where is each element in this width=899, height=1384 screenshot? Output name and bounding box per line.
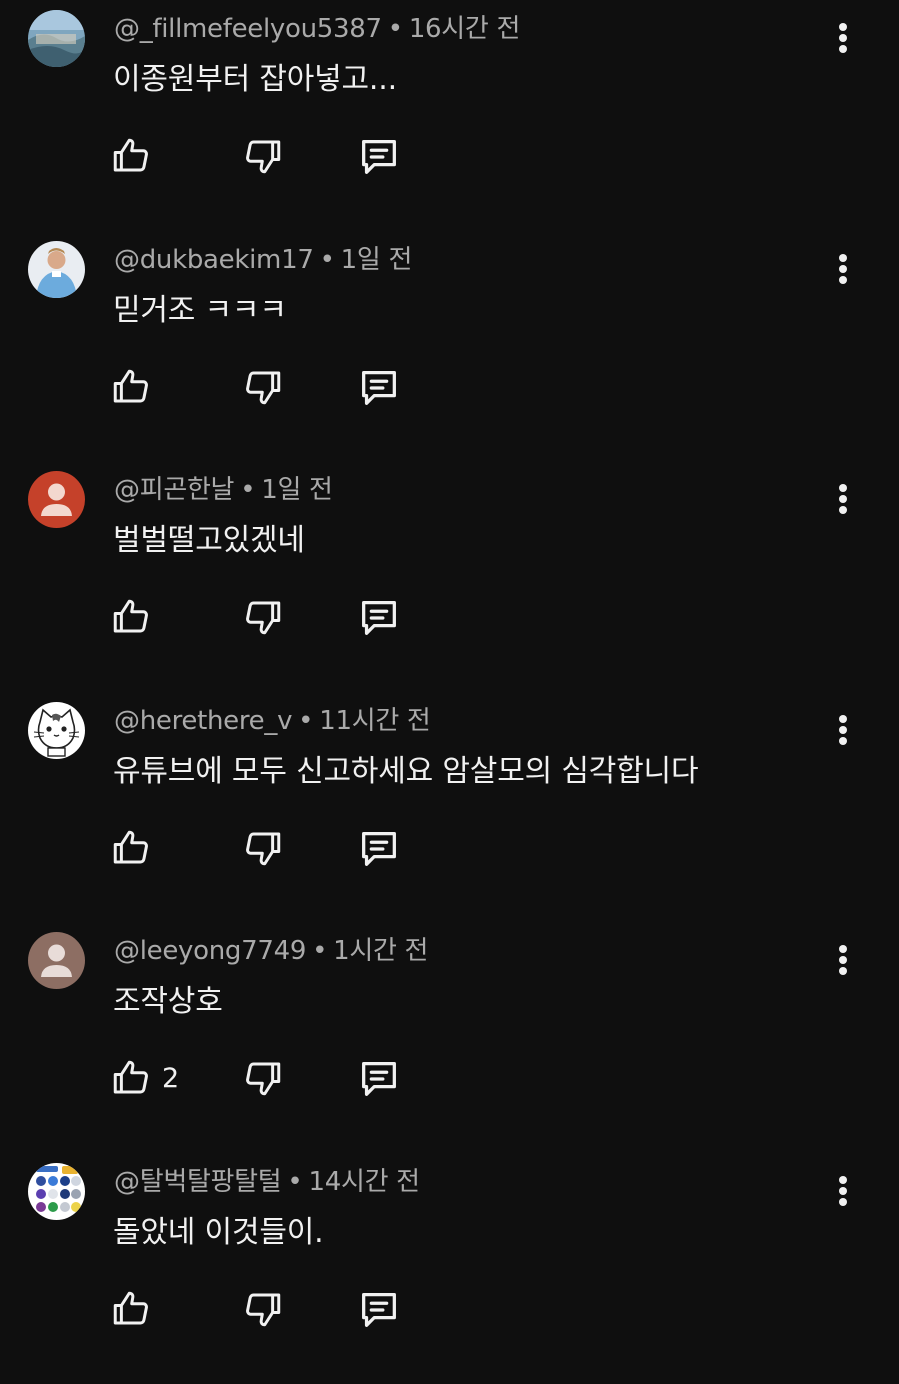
thumbs-up-icon — [113, 138, 148, 172]
comment-item: @dukbaekim17 • 1일 전 믿거조 ㅋㅋㅋ — [0, 231, 899, 462]
more-vertical-icon[interactable] — [826, 940, 860, 980]
comment-author[interactable]: @탈벅탈팡탈털 — [114, 1167, 282, 1197]
more-vertical-icon[interactable] — [826, 1171, 860, 1211]
comment-text: 조작상호 — [113, 984, 223, 1019]
comment-meta: @dukbaekim17 • 1일 전 — [114, 243, 412, 277]
like-button[interactable] — [110, 1281, 162, 1337]
meta-separator: • — [319, 245, 335, 275]
meta-separator: • — [312, 936, 328, 966]
dislike-button[interactable] — [242, 589, 284, 645]
reply-comment-icon — [362, 370, 396, 405]
like-button[interactable] — [110, 359, 162, 415]
avatar-photo — [28, 241, 85, 298]
comment-text: 유튜브에 모두 신고하세요 암살모의 심각합니다 — [113, 754, 699, 789]
reply-button[interactable] — [356, 589, 402, 645]
thumbs-up-icon — [113, 599, 148, 633]
comment-item: @피곤한날 • 1일 전 벌벌떨고있겠네 — [0, 461, 899, 692]
comment-actions — [0, 128, 899, 184]
meta-separator: • — [298, 706, 314, 736]
comment-meta: @탈벅탈팡탈털 • 14시간 전 — [114, 1165, 420, 1199]
comment-item: @herethere_v • 11시간 전 유튜브에 모두 신고하세요 암살모의 심… — [0, 692, 899, 923]
thumbs-down-icon — [246, 371, 281, 405]
avatar[interactable] — [28, 702, 85, 759]
reply-button[interactable] — [356, 1050, 402, 1106]
dislike-button[interactable] — [242, 820, 284, 876]
comment-item: @탈벅탈팡탈털 • 14시간 전 돌았네 이것들이. — [0, 1153, 899, 1384]
dislike-button[interactable] — [242, 1050, 284, 1106]
comment-actions: 2 — [0, 1050, 899, 1106]
avatar[interactable] — [28, 471, 85, 528]
avatar[interactable] — [28, 241, 85, 298]
thumbs-up-icon — [113, 1060, 148, 1094]
like-button[interactable] — [110, 589, 162, 645]
comment-text: 믿거조 ㅋㅋㅋ — [113, 293, 287, 328]
like-button[interactable] — [110, 820, 162, 876]
comment-text: 돌았네 이것들이. — [113, 1215, 324, 1250]
thumbs-up-icon — [113, 1291, 148, 1325]
more-vertical-icon[interactable] — [826, 479, 860, 519]
comment-actions — [0, 1281, 899, 1337]
dislike-button[interactable] — [242, 1281, 284, 1337]
dislike-button[interactable] — [242, 359, 284, 415]
comment-author[interactable]: @_fillmefeelyou5387 — [114, 14, 382, 44]
thumbs-up-icon — [113, 369, 148, 403]
comment-time: 1일 전 — [340, 245, 413, 275]
reply-comment-icon — [362, 831, 396, 866]
default-user-icon — [28, 471, 85, 528]
reply-comment-icon — [362, 1292, 396, 1327]
meta-separator: • — [287, 1167, 303, 1197]
reply-button[interactable] — [356, 820, 402, 876]
comment-author[interactable]: @dukbaekim17 — [114, 245, 314, 275]
avatar[interactable] — [28, 1163, 85, 1220]
thumbs-down-icon — [246, 1062, 281, 1096]
reply-comment-icon — [362, 139, 396, 174]
comment-meta: @leeyong7749 • 1시간 전 — [114, 934, 428, 968]
cat-avatar-icon — [28, 702, 85, 759]
comment-actions — [0, 820, 899, 876]
comment-actions — [0, 589, 899, 645]
like-button[interactable] — [110, 128, 162, 184]
meta-separator: • — [240, 475, 256, 505]
comment-time: 14시간 전 — [308, 1167, 420, 1197]
meta-separator: • — [387, 14, 403, 44]
thumbs-down-icon — [246, 140, 281, 174]
like-count: 2 — [162, 1062, 180, 1094]
more-vertical-icon[interactable] — [826, 249, 860, 289]
avatar-photo — [28, 10, 85, 67]
thumbs-down-icon — [246, 601, 281, 635]
reply-comment-icon — [362, 600, 396, 635]
thumbs-down-icon — [246, 832, 281, 866]
reply-button[interactable] — [356, 128, 402, 184]
more-vertical-icon[interactable] — [826, 18, 860, 58]
more-vertical-icon[interactable] — [826, 710, 860, 750]
comment-item: @_fillmefeelyou5387 • 16시간 전 이종원부터 잡아넣고... — [0, 0, 899, 231]
avatar[interactable] — [28, 10, 85, 67]
reply-button[interactable] — [356, 1281, 402, 1337]
comment-author[interactable]: @leeyong7749 — [114, 936, 306, 966]
like-button[interactable]: 2 — [110, 1050, 179, 1106]
reply-button[interactable] — [356, 359, 402, 415]
reply-comment-icon — [362, 1061, 396, 1096]
comment-time: 11시간 전 — [319, 706, 431, 736]
dislike-button[interactable] — [242, 128, 284, 184]
comment-time: 1일 전 — [261, 475, 333, 505]
comment-actions — [0, 359, 899, 415]
logo-collage-avatar — [28, 1163, 85, 1220]
comment-meta: @_fillmefeelyou5387 • 16시간 전 — [114, 12, 520, 46]
comment-meta: @피곤한날 • 1일 전 — [114, 473, 333, 507]
comment-item: @leeyong7749 • 1시간 전 조작상호 2 — [0, 922, 899, 1153]
thumbs-down-icon — [246, 1293, 281, 1327]
comment-author[interactable]: @herethere_v — [114, 706, 292, 736]
comment-time: 1시간 전 — [333, 936, 429, 966]
comment-text: 이종원부터 잡아넣고... — [113, 62, 397, 97]
default-user-icon — [28, 932, 85, 989]
comment-time: 16시간 전 — [408, 14, 521, 44]
thumbs-up-icon — [113, 830, 148, 864]
comment-meta: @herethere_v • 11시간 전 — [114, 704, 431, 738]
avatar[interactable] — [28, 932, 85, 989]
comment-author[interactable]: @피곤한날 — [114, 475, 234, 505]
comment-text: 벌벌떨고있겠네 — [113, 523, 305, 558]
